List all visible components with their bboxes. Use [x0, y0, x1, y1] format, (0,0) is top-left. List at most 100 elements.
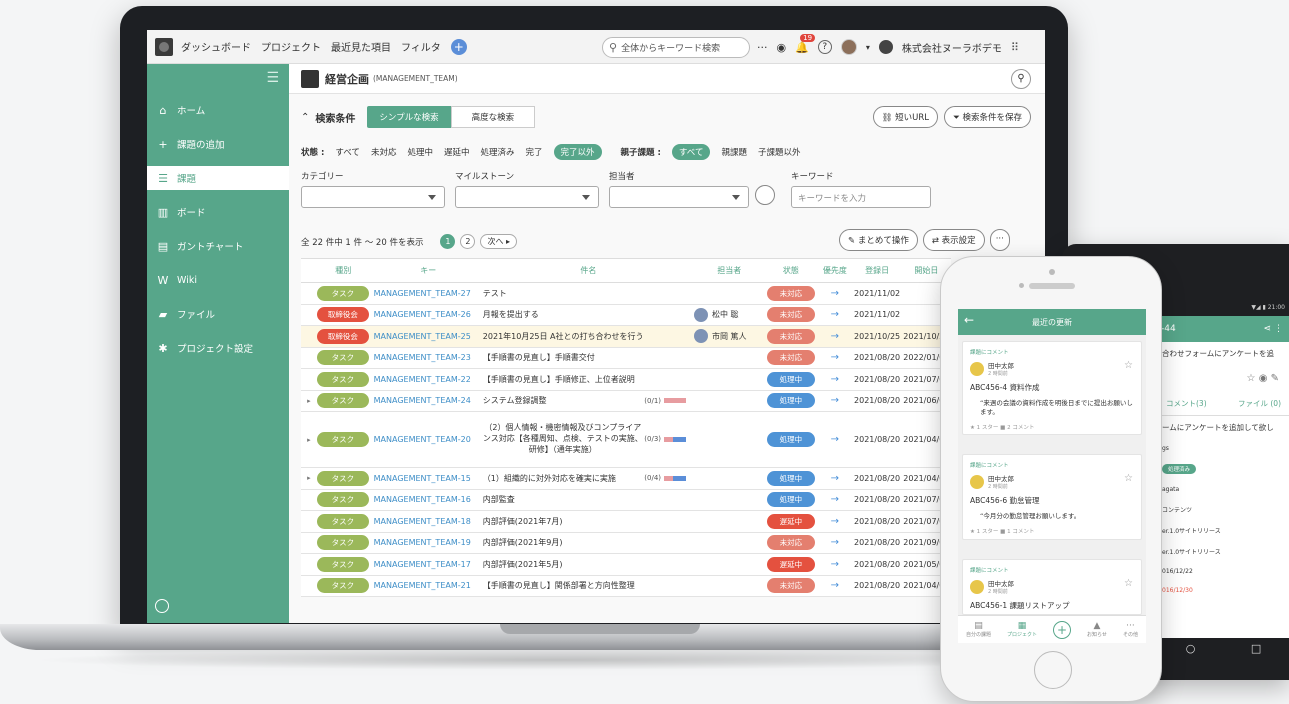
tab-simple-search[interactable]: シンプルな検索: [367, 106, 451, 128]
tab-comments[interactable]: コメント(3): [1166, 398, 1207, 409]
issue-summary[interactable]: 内部評価(2021年7月): [483, 516, 694, 527]
issue-summary[interactable]: （2）個人情報・機密情報及びコンプライアンス対応【各種周知、点検、テストの実施、…: [483, 423, 694, 455]
issue-key-link[interactable]: MANAGEMENT_TEAM-17: [370, 560, 483, 569]
col-status[interactable]: 状態: [764, 265, 817, 276]
status-resolved[interactable]: 処理済み: [480, 146, 514, 158]
star-icon[interactable]: ☆: [1124, 578, 1133, 589]
issue-key-link[interactable]: MANAGEMENT_TEAM-25: [370, 332, 483, 341]
status-badge[interactable]: 処理中: [766, 470, 815, 486]
page-1[interactable]: 1: [440, 234, 456, 249]
tab-my-issues[interactable]: ▤ 自分の課題: [966, 621, 991, 638]
table-row[interactable]: タスク MANAGEMENT_TEAM-21 【手順書の見直し】関係部署と方向性整理…: [301, 576, 951, 597]
col-summary[interactable]: 件名: [483, 265, 694, 276]
pencil-icon[interactable]: ✎: [1271, 373, 1279, 384]
issue-key-link[interactable]: MANAGEMENT_TEAM-15: [370, 474, 483, 483]
nav-dashboard[interactable]: ダッシュボード: [181, 39, 251, 54]
nav-filters[interactable]: フィルタ: [401, 39, 441, 54]
status-badge[interactable]: 未対応: [766, 535, 815, 551]
table-row[interactable]: ▸ タスク MANAGEMENT_TEAM-20 （2）個人情報・機密情報及びコンプラ…: [301, 412, 951, 468]
expand-icon[interactable]: ▸: [301, 474, 317, 482]
issue-key-link[interactable]: MANAGEMENT_TEAM-22: [370, 375, 483, 384]
status-badge[interactable]: 遅延中: [766, 513, 815, 529]
issue-key-link[interactable]: MANAGEMENT_TEAM-19: [370, 538, 483, 547]
save-conditions-button[interactable]: ⏷ 検索条件を保存: [943, 106, 1031, 128]
nav-projects[interactable]: プロジェクト: [261, 39, 321, 54]
issue-key-link[interactable]: MANAGEMENT_TEAM-26: [370, 310, 483, 319]
menu-toggle-icon[interactable]: ☰: [266, 70, 279, 86]
tab-projects[interactable]: ▦ プロジェクト: [1007, 621, 1037, 638]
activity-card[interactable]: 課題にコメント 田中太郎 2 時間前 ☆ ABC456-4 資料作成 “来週の会議…: [962, 341, 1142, 435]
more-options-button[interactable]: ···: [989, 229, 1010, 251]
table-row[interactable]: タスク MANAGEMENT_TEAM-22 【手順書の見直し】手順修正、上位者説明…: [301, 369, 951, 391]
status-badge[interactable]: 処理中: [766, 393, 815, 409]
sidebar-item-board[interactable]: ▥ ボード: [147, 200, 289, 224]
issue-summary[interactable]: （1）組織的に対外対応を確実に実施 (0/4): [483, 473, 694, 484]
status-in-progress[interactable]: 処理中: [407, 146, 433, 158]
table-row[interactable]: タスク MANAGEMENT_TEAM-19 内部評価(2021年9月) 未対応 → 20…: [301, 533, 951, 554]
recents-square-icon[interactable]: □: [1251, 642, 1261, 655]
home-button[interactable]: [1034, 651, 1072, 689]
chat-icon[interactable]: [155, 599, 169, 613]
status-all[interactable]: すべて: [335, 146, 360, 158]
status-badge[interactable]: 処理中: [766, 371, 815, 387]
collapse-chevron-icon[interactable]: ⌃: [301, 112, 309, 123]
star-icon[interactable]: ☆: [1124, 360, 1133, 371]
status-badge[interactable]: 処理中: [766, 492, 815, 508]
issue-key-link[interactable]: MANAGEMENT_TEAM-23: [370, 353, 483, 362]
category-select[interactable]: [301, 186, 445, 208]
issue-key-link[interactable]: MANAGEMENT_TEAM-16: [370, 495, 483, 504]
issue-key-link[interactable]: MANAGEMENT_TEAM-20: [370, 435, 483, 444]
parent-only[interactable]: 親課題: [721, 146, 747, 158]
issue-key-link[interactable]: MANAGEMENT_TEAM-21: [370, 581, 483, 590]
tab-advanced-search[interactable]: 高度な検索: [450, 106, 536, 128]
tab-more[interactable]: ··· その他: [1123, 621, 1138, 638]
space-logo-icon[interactable]: [155, 37, 173, 56]
table-row[interactable]: タスク MANAGEMENT_TEAM-16 内部監査 処理中 → 2021/08/20 2…: [301, 490, 951, 511]
star-icon[interactable]: ☆: [1247, 373, 1256, 384]
add-button[interactable]: +: [450, 38, 467, 55]
expand-icon[interactable]: ▸: [301, 436, 317, 444]
col-created[interactable]: 登録日: [852, 265, 901, 276]
watch-icon[interactable]: ◉: [777, 41, 787, 54]
short-url-button[interactable]: ⛓ 短いURL: [872, 106, 938, 128]
more-icon[interactable]: ···: [757, 41, 768, 54]
table-row[interactable]: ▸ タスク MANAGEMENT_TEAM-24 システム登録調整 (0/1) 処理中 → 2…: [301, 391, 951, 412]
sidebar-item-files[interactable]: ▰ ファイル: [147, 302, 289, 326]
not-child[interactable]: 子課題以外: [758, 146, 801, 158]
nav-recent[interactable]: 最近見た項目: [331, 39, 391, 54]
status-badge[interactable]: 遅延中: [766, 556, 815, 572]
page-2[interactable]: 2: [460, 234, 476, 249]
issue-key-link[interactable]: MANAGEMENT_TEAM-27: [370, 289, 483, 298]
milestone-select[interactable]: [455, 186, 599, 208]
add-issue-button[interactable]: +: [1053, 620, 1072, 639]
apps-grid-icon[interactable]: ⠿: [1011, 41, 1019, 54]
tab-notifications[interactable]: ▲ お知らせ: [1087, 621, 1107, 638]
sidebar-item-add-issue[interactable]: + 課題の追加: [147, 132, 289, 156]
global-search-input[interactable]: ⚲ 全体からキーワード検索: [602, 37, 750, 58]
issue-summary[interactable]: 月報を提出する: [483, 309, 694, 320]
status-badge[interactable]: 未対応: [766, 307, 815, 323]
home-circle-icon[interactable]: ○: [1186, 642, 1196, 655]
issue-summary[interactable]: 【手順書の見直し】関係部署と方向性整理: [483, 580, 694, 591]
tab-files[interactable]: ファイル (0): [1238, 398, 1281, 409]
share-icon[interactable]: ⋖ ⋮: [1264, 324, 1283, 334]
status-badge[interactable]: 未対応: [766, 350, 815, 366]
issue-summary[interactable]: システム登録調整 (0/1): [483, 395, 694, 406]
table-row[interactable]: タスク MANAGEMENT_TEAM-17 内部評価(2021年5月) 遅延中 → 20…: [301, 554, 951, 576]
col-priority[interactable]: 優先度: [817, 265, 852, 276]
help-icon[interactable]: ?: [817, 40, 832, 54]
back-arrow-icon[interactable]: ←: [964, 313, 974, 327]
user-avatar[interactable]: [840, 39, 857, 55]
activity-card[interactable]: 課題にコメント 田中太郎 2 時間前 ☆ ABC456-1 課題リストアップ: [962, 559, 1142, 615]
col-type[interactable]: 種別: [317, 265, 370, 276]
issue-summary[interactable]: 【手順書の見直し】手順書交付: [483, 352, 694, 363]
issue-key-link[interactable]: MANAGEMENT_TEAM-18: [370, 517, 483, 526]
status-badge[interactable]: 未対応: [766, 328, 815, 344]
table-row[interactable]: ▸ タスク MANAGEMENT_TEAM-15 （1）組織的に対外対応を確実に実施(…: [301, 468, 951, 490]
star-icon[interactable]: ☆: [1124, 473, 1133, 484]
sidebar-item-home[interactable]: ⌂ ホーム: [147, 98, 289, 122]
parent-all[interactable]: すべて: [671, 144, 711, 160]
status-delayed[interactable]: 遅延中: [444, 146, 470, 158]
status-open[interactable]: 未対応: [371, 146, 397, 158]
table-row[interactable]: タスク MANAGEMENT_TEAM-27 テスト 未対応 → 2021/11/02: [301, 283, 951, 305]
